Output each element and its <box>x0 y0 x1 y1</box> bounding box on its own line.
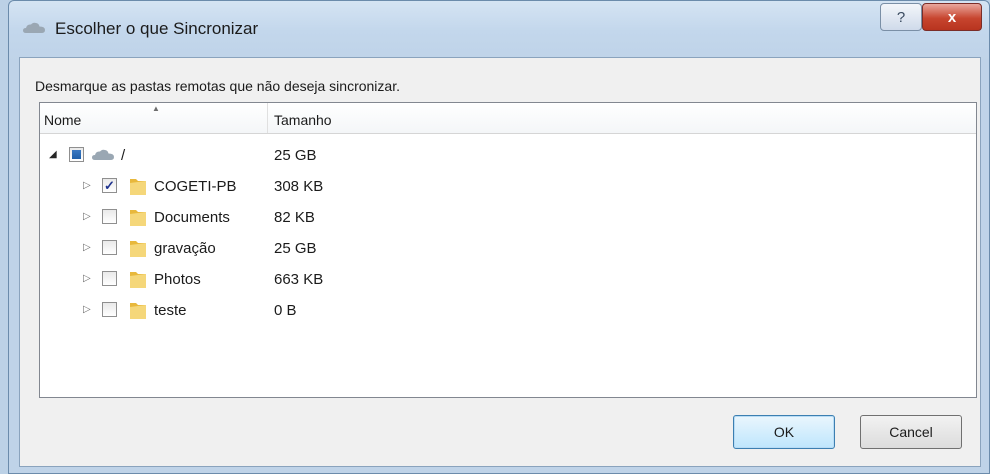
folder-checkbox[interactable] <box>102 240 117 255</box>
folder-icon <box>130 179 146 195</box>
dialog-body: Desmarque as pastas remotas que não dese… <box>19 57 981 467</box>
tree-header: Nome ▲ Tamanho <box>40 103 976 134</box>
cloud-icon <box>92 149 114 160</box>
triangle-right-icon[interactable]: ▷ <box>83 211 91 222</box>
row-size: 82 KB <box>274 209 315 226</box>
tree-row-folder[interactable]: ▷ gravação 25 GB <box>40 233 976 264</box>
cloud-icon <box>23 22 45 33</box>
ok-button[interactable]: OK <box>733 415 835 449</box>
close-icon: x <box>947 8 957 26</box>
tree-row-folder[interactable]: ▷ teste 0 B <box>40 295 976 326</box>
help-button[interactable]: ? <box>880 3 922 31</box>
sort-up-icon: ▲ <box>152 104 160 113</box>
folder-icon <box>130 303 146 319</box>
help-icon: ? <box>896 8 906 26</box>
folder-icon <box>130 210 146 226</box>
tree-row-folder[interactable]: ▷ Photos 663 KB <box>40 264 976 295</box>
root-checkbox[interactable] <box>69 147 84 162</box>
row-name: Photos <box>154 271 201 288</box>
column-name-label: Nome <box>44 112 82 128</box>
row-size: 0 B <box>274 302 297 319</box>
column-size-label: Tamanho <box>274 112 332 128</box>
tree-row-root[interactable]: ◢ / 25 GB <box>40 140 976 171</box>
column-header-size[interactable]: Tamanho <box>268 103 468 133</box>
folder-checkbox[interactable]: ✓ <box>102 178 117 193</box>
column-header-name[interactable]: Nome ▲ <box>40 103 268 133</box>
tree-row-folder[interactable]: ▷ ✓ COGETI-PB 308 KB <box>40 171 976 202</box>
window-title: Escolher o que Sincronizar <box>55 19 259 38</box>
row-name: Documents <box>154 209 230 226</box>
row-size: 308 KB <box>274 178 324 195</box>
triangle-right-icon[interactable]: ▷ <box>83 304 91 315</box>
row-name: gravação <box>154 240 216 257</box>
folder-icon <box>130 272 146 288</box>
dialog-window: Escolher o que Sincronizar ? x Desmarque… <box>8 0 990 474</box>
row-name: teste <box>154 302 187 319</box>
close-button[interactable]: x <box>922 3 982 31</box>
triangle-down-icon[interactable]: ◢ <box>49 149 57 160</box>
folder-checkbox[interactable] <box>102 271 117 286</box>
row-name: / <box>121 147 126 164</box>
folder-tree[interactable]: Nome ▲ Tamanho ◢ / 25 GB ▷ ✓ COGETI-PB 3… <box>39 102 977 398</box>
folder-checkbox[interactable] <box>102 302 117 317</box>
triangle-right-icon[interactable]: ▷ <box>83 180 91 191</box>
folder-icon <box>130 241 146 257</box>
ok-button-label: OK <box>773 424 795 440</box>
cancel-button-label: Cancel <box>889 424 933 440</box>
title-bar[interactable]: Escolher o que Sincronizar ? x <box>9 1 989 57</box>
tree-row-folder[interactable]: ▷ Documents 82 KB <box>40 202 976 233</box>
triangle-right-icon[interactable]: ▷ <box>83 273 91 284</box>
triangle-right-icon[interactable]: ▷ <box>83 242 91 253</box>
row-size: 663 KB <box>274 271 324 288</box>
row-size: 25 GB <box>274 147 317 164</box>
folder-checkbox[interactable] <box>102 209 117 224</box>
row-size: 25 GB <box>274 240 317 257</box>
cancel-button[interactable]: Cancel <box>860 415 962 449</box>
instruction-text: Desmarque as pastas remotas que não dese… <box>35 78 400 94</box>
row-name: COGETI-PB <box>154 178 237 195</box>
